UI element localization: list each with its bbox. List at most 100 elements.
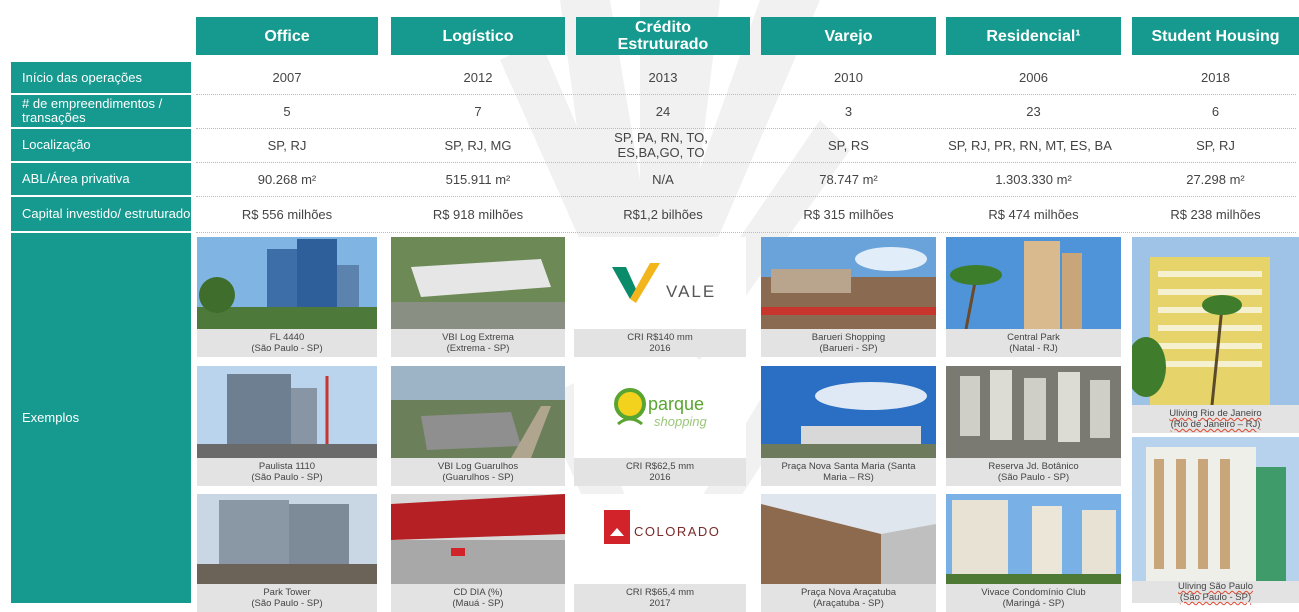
cell-empreendimentos-residencial: 23 [1026, 103, 1041, 119]
caption-title: CRI R$140 mm [627, 332, 693, 343]
caption-title: Barueri Shopping [811, 332, 886, 343]
caption-title: Central Park [1007, 332, 1060, 343]
caption-location: (Barueri - SP) [819, 343, 878, 354]
shopping-logo-text: shopping [654, 414, 708, 429]
row-label-inicio: Início das operações [11, 62, 191, 93]
header-varejo: Varejo [761, 17, 936, 55]
vale-logo-mark [612, 267, 636, 299]
photo-vivace-condominio [946, 494, 1121, 586]
caption-location: (Rio de Janeiro – RJ) [1170, 419, 1261, 430]
caption-office-1: FL 4440 (São Paulo - SP) [197, 329, 377, 357]
cell-empreendimentos-office: 5 [283, 103, 291, 119]
cell-localizacao-office: SP, RJ [267, 137, 307, 153]
row-label-empreendimentos: # de empreendimentos / transações [11, 95, 191, 127]
logo-vale: VALE [574, 237, 746, 329]
caption-credito-1: CRI R$140 mm 2016 [574, 329, 746, 357]
cell-inicio-logistico: 2012 [463, 70, 493, 85]
cell-localizacao-credito: SP, PA, RN, TO, ES,BA,GO, TO [614, 130, 708, 160]
header-credito-estruturado: Crédito Estruturado [576, 17, 750, 55]
caption-credito-2: CRI R$62,5 mm 2016 [574, 458, 746, 486]
cell-localizacao-logistico: SP, RJ, MG [444, 137, 512, 153]
cell-capital-student: R$ 238 milhões [1170, 206, 1261, 222]
photo-praca-nova-aracatuba [761, 494, 936, 586]
caption-location: (Mauá - SP) [452, 598, 504, 609]
caption-location: (São Paulo - SP) [1179, 592, 1252, 603]
caption-title: Park Tower [263, 587, 311, 598]
caption-location: (Guarulhos - SP) [442, 472, 514, 483]
row-label-abl: ABL/Área privativa [11, 163, 191, 195]
caption-title: CD DIA (%) [453, 587, 503, 598]
caption-title: CRI R$65,4 mm [625, 587, 695, 598]
caption-location: (São Paulo - SP) [251, 598, 323, 609]
caption-logistico-1: VBI Log Extrema (Extrema - SP) [391, 329, 565, 357]
cell-empreendimentos-varejo: 3 [844, 103, 853, 119]
photo-paulista-1110 [197, 366, 377, 458]
caption-logistico-2: VBI Log Guarulhos (Guarulhos - SP) [391, 458, 565, 486]
cell-capital-credito: R$1,2 bilhões [623, 206, 703, 222]
caption-varejo-1: Barueri Shopping (Barueri - SP) [761, 329, 936, 357]
photo-barueri-shopping [761, 237, 936, 329]
caption-location: (Maringá - SP) [1002, 598, 1065, 609]
portfolio-table: Office Logístico Crédito Estruturado Var… [0, 0, 1299, 612]
caption-varejo-2: Praça Nova Santa Maria (Santa Maria – RS… [761, 458, 936, 486]
caption-location: (Natal - RJ) [1009, 343, 1058, 354]
colorado-logo-mark [604, 510, 630, 544]
cell-localizacao-varejo: SP, RS [828, 137, 869, 153]
caption-location: Maria – RS) [823, 472, 874, 483]
photo-praca-nova-santa-maria [761, 366, 936, 458]
parque-logo-text: parque [648, 394, 704, 414]
cell-capital-logistico: R$ 918 milhões [432, 206, 524, 222]
caption-title: VBI Log Guarulhos [437, 461, 519, 472]
caption-residencial-1: Central Park (Natal - RJ) [946, 329, 1121, 357]
cell-localizacao-residencial: SP, RJ, PR, RN, MT, ES, BA [948, 137, 1112, 153]
photo-park-tower [197, 494, 377, 586]
cell-abl-credito: N/A [652, 171, 674, 187]
caption-office-3: Park Tower (São Paulo - SP) [197, 584, 377, 612]
cell-abl-office: 90.268 m² [257, 171, 317, 187]
row-label-localizacao: Localização [11, 129, 191, 161]
row-label-exemplos: Exemplos [11, 233, 191, 603]
photo-vbi-log-guarulhos [391, 366, 565, 458]
caption-location: (Extrema - SP) [446, 343, 510, 354]
caption-location: (São Paulo - SP) [997, 472, 1070, 483]
caption-title: CRI R$62,5 mm [625, 461, 695, 472]
row-label-capital: Capital investido/ estruturado [11, 197, 191, 231]
cell-inicio-varejo: 2010 [834, 70, 863, 85]
caption-title: Vivace Condomínio Club [981, 587, 1086, 598]
logo-parque-shopping: parque shopping [574, 366, 746, 458]
photo-central-park [946, 237, 1121, 329]
header-residencial: Residencial¹ [946, 17, 1121, 55]
caption-location: (São Paulo - SP) [251, 343, 323, 354]
caption-location: (Araçatuba - SP) [813, 598, 884, 609]
cell-inicio-residencial: 2006 [1019, 70, 1048, 85]
colorado-logo-text: COLORADO [634, 524, 720, 539]
caption-title: Paulista 1110 [258, 461, 316, 472]
caption-credito-3: CRI R$65,4 mm 2017 [574, 584, 746, 612]
caption-title: Praça Nova Santa Maria (Santa [781, 461, 916, 472]
header-office: Office [196, 17, 378, 55]
caption-logistico-3: CD DIA (%) (Mauá - SP) [391, 584, 565, 612]
cell-capital-residencial: R$ 474 milhões [988, 206, 1079, 222]
photo-vbi-log-extrema [391, 237, 565, 329]
cell-abl-residencial: 1.303.330 m² [995, 171, 1072, 187]
caption-title: VBI Log Extrema [442, 332, 514, 343]
cell-localizacao-student: SP, RJ [1196, 137, 1235, 153]
vale-logo-text: VALE [666, 282, 716, 301]
row-separator [196, 232, 1296, 233]
cell-capital-office: R$ 556 milhões [241, 206, 333, 222]
photo-cd-dia [391, 494, 565, 586]
caption-varejo-3: Praça Nova Araçatuba (Araçatuba - SP) [761, 584, 936, 612]
parque-logo-mark [614, 388, 646, 420]
parque-logo-mark [617, 417, 643, 426]
caption-title: Uliving Rio de Janeiro [1169, 408, 1262, 419]
cell-empreendimentos-credito: 24 [655, 103, 671, 119]
photo-uliving-sao-paulo [1132, 437, 1299, 581]
vale-logo-mark [630, 263, 660, 303]
caption-title: Reserva Jd. Botânico [988, 461, 1079, 472]
cell-abl-student: 27.298 m² [1186, 171, 1245, 187]
photo-uliving-rio [1132, 237, 1299, 405]
caption-location: 2016 [649, 472, 671, 483]
cell-abl-varejo: 78.747 m² [819, 171, 878, 187]
cell-abl-logistico: 515.911 m² [445, 171, 511, 187]
cell-empreendimentos-logistico: 7 [474, 103, 482, 119]
